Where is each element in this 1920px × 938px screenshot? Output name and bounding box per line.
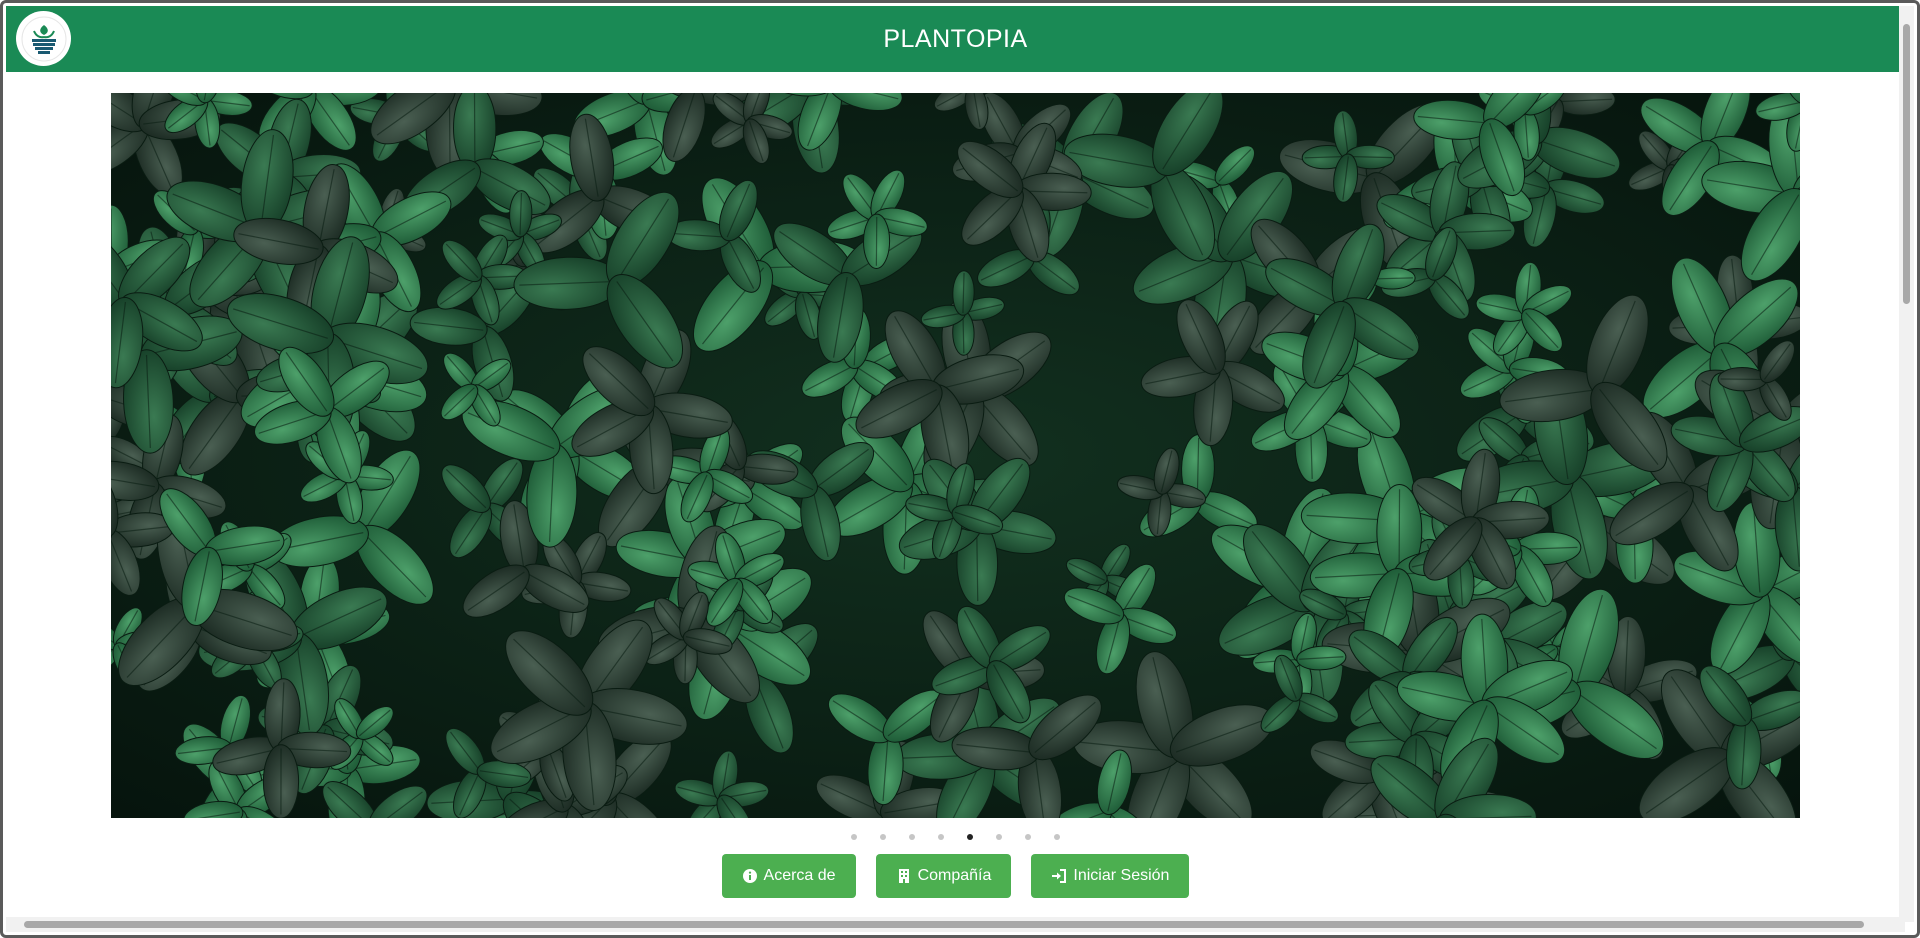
login-button-label: Iniciar Sesión <box>1073 867 1170 884</box>
carousel-dot[interactable] <box>880 834 886 840</box>
carousel-dot[interactable] <box>996 834 1002 840</box>
logo-emblem-icon <box>21 16 66 61</box>
about-button-label: Acerca de <box>763 867 836 884</box>
leaves-photo <box>111 93 1800 818</box>
carousel-dot[interactable] <box>938 834 944 840</box>
plant-image-carousel[interactable] <box>111 93 1800 818</box>
site-header: PLANTOPIA <box>6 6 1905 72</box>
carousel-dot[interactable] <box>851 834 857 840</box>
vertical-scrollbar[interactable] <box>1899 6 1914 922</box>
carousel-dot[interactable] <box>909 834 915 840</box>
company-button-label: Compañía <box>917 867 992 884</box>
site-title: PLANTOPIA <box>883 24 1028 53</box>
info-circle-icon <box>742 869 757 883</box>
browser-window: PLANTOPIA Acerca de Compañía Iniciar Ses… <box>0 0 1920 938</box>
action-buttons: Acerca de Compañía Iniciar Sesión <box>3 854 1908 898</box>
horizontal-scrollbar[interactable] <box>6 917 1905 932</box>
carousel-indicators <box>3 834 1908 840</box>
carousel-dot[interactable] <box>967 834 973 840</box>
building-icon <box>898 869 909 883</box>
carousel-dot[interactable] <box>1054 834 1060 840</box>
about-button[interactable]: Acerca de <box>721 854 856 898</box>
horizontal-scroll-thumb[interactable] <box>24 921 1864 928</box>
company-button[interactable]: Compañía <box>875 854 1012 898</box>
carousel-dot[interactable] <box>1025 834 1031 840</box>
login-button[interactable]: Iniciar Sesión <box>1031 854 1190 898</box>
sign-in-icon <box>1052 869 1067 883</box>
plantopia-logo[interactable] <box>16 11 71 66</box>
vertical-scroll-thumb[interactable] <box>1903 24 1910 304</box>
